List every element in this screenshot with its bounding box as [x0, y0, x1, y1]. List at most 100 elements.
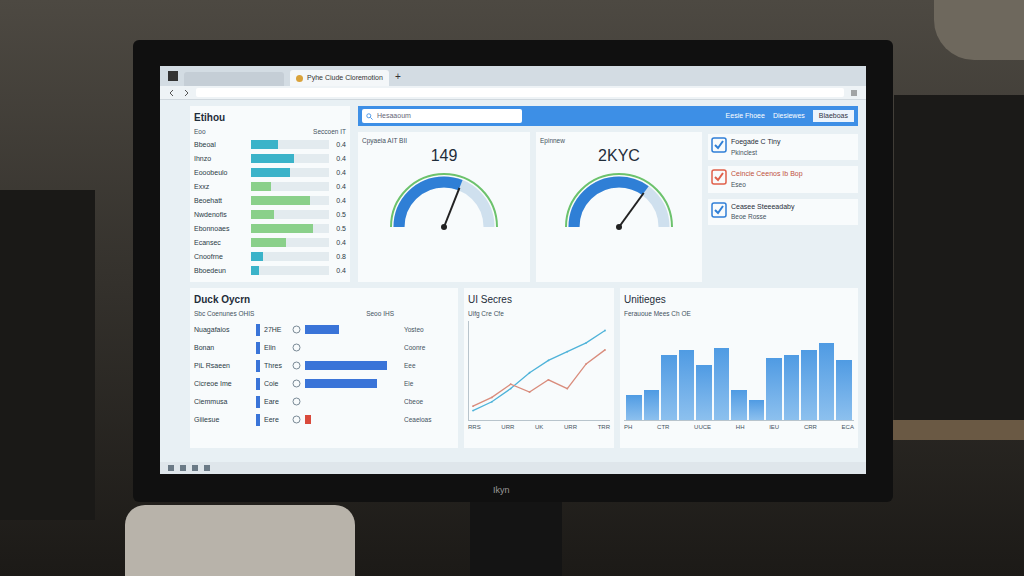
duck-title: Duck Oycrn — [194, 292, 454, 307]
column-header: Seccoen IT — [313, 127, 346, 137]
row-note: Ceaeioas — [404, 415, 431, 425]
url-field[interactable] — [196, 88, 844, 97]
sidebar-item[interactable]: Cnoofrne0.8 — [194, 251, 346, 263]
row-value: Elin — [264, 343, 288, 354]
row-fill — [305, 415, 311, 424]
taskbar — [160, 462, 866, 474]
sidebar-item[interactable]: Eooobeulo0.4 — [194, 167, 346, 179]
desk — [884, 420, 1024, 440]
monitor: Ikyn Pyhe Ciude Cloremotion + — [133, 40, 893, 502]
alert-subtitle: Eseo — [731, 180, 803, 190]
duck-row[interactable]: Nuagafaios27HEYosteo — [194, 323, 454, 337]
axis-tick: PH — [624, 423, 632, 432]
sidebar-item[interactable]: Ecansec0.4 — [194, 237, 346, 249]
row-stripe — [256, 396, 260, 408]
axis-tick: URR — [501, 423, 514, 432]
item-value: 0.4 — [332, 154, 346, 165]
app-icon[interactable] — [204, 465, 210, 471]
chart-bar — [749, 400, 765, 420]
shelf — [894, 95, 1024, 425]
inactive-tab[interactable] — [184, 72, 284, 86]
duck-subtitle: Sbc Coenunes OHIS — [194, 309, 254, 319]
gauge-dial — [384, 165, 504, 235]
browser-tab[interactable]: Pyhe Ciude Cloremotion — [290, 70, 389, 86]
item-fill — [251, 140, 278, 149]
item-bar — [251, 182, 329, 191]
chart-bar — [836, 360, 852, 419]
duck-row[interactable]: BonanElinCoonre — [194, 341, 454, 355]
line-chart-plot — [468, 321, 610, 421]
series-point — [529, 391, 531, 393]
menu-icon[interactable] — [850, 89, 858, 97]
item-bar — [251, 210, 329, 219]
monitor-stand — [470, 500, 562, 576]
chart-bar — [679, 350, 695, 419]
back-icon[interactable] — [168, 89, 176, 97]
duck-row[interactable]: GiiiesueEereCeaeioas — [194, 413, 454, 427]
axis-tick: ECA — [842, 423, 854, 432]
series-point — [548, 359, 550, 361]
item-bar — [251, 266, 329, 275]
item-bar — [251, 238, 329, 247]
sidebar-item[interactable]: Nwdenofis0.5 — [194, 209, 346, 221]
sidebar-item[interactable]: Ihnzo 0.4 — [194, 153, 346, 165]
search-field[interactable] — [362, 109, 522, 123]
header-links: Eesie Fhoee Diesiewes — [726, 111, 805, 122]
header-link[interactable]: Diesiewes — [773, 111, 805, 122]
search-icon — [366, 113, 373, 120]
item-label: Ihnzo — [194, 154, 248, 165]
row-bar-cell: Eee — [305, 361, 454, 371]
sidebar-item[interactable]: Ebonnoaes0.5 — [194, 223, 346, 235]
axis-tick: TRR — [598, 423, 610, 432]
axis-tick: UUCE — [694, 423, 711, 432]
series-point — [585, 342, 587, 344]
row-stripe — [256, 378, 260, 390]
duck-row[interactable]: Cicreoe ImeCoieEie — [194, 377, 454, 391]
duck-row[interactable]: CiemmusaEareCbeoe — [194, 395, 454, 409]
item-value: 0.5 — [332, 224, 346, 235]
sidebar-item[interactable]: Bboedeun0.4 — [194, 265, 346, 277]
header-link[interactable]: Eesie Fhoee — [726, 111, 765, 122]
chart-bar — [731, 390, 747, 420]
item-label: Bboedeun — [194, 266, 248, 277]
new-tab-button[interactable]: + — [395, 69, 401, 84]
sidebar-item[interactable]: Beoehatt0.4 — [194, 195, 346, 207]
duck-row[interactable]: PiL RsaeenThresEee — [194, 359, 454, 373]
alert-item[interactable]: Ceincie Ceenos Ib BopEseo — [708, 166, 858, 192]
chart-bar — [784, 355, 800, 419]
item-fill — [251, 266, 259, 275]
duck-list: Nuagafaios27HEYosteo BonanElinCoonre PiL R… — [194, 321, 454, 427]
top-row: Etihou EooSeccoen IT Bbeoal0.4Ihnzo0.4Eo… — [190, 106, 858, 282]
line-chart-title: UI Secres — [468, 292, 610, 307]
ceiling-light — [934, 0, 1024, 60]
item-fill — [251, 238, 286, 247]
series-point — [491, 396, 493, 398]
app-icon[interactable] — [168, 465, 174, 471]
series-line — [473, 350, 605, 406]
sidebar-item[interactable]: Exxz0.4 — [194, 181, 346, 193]
row-value: Eere — [264, 415, 288, 426]
item-fill — [251, 252, 263, 261]
search-input[interactable] — [377, 111, 518, 122]
series-point — [472, 409, 474, 411]
header-field[interactable]: Blaeboas — [813, 110, 854, 122]
series-point — [566, 350, 568, 352]
check-icon — [711, 202, 727, 218]
status-icon — [292, 361, 301, 370]
duck-subheader: Sbc Coenunes OHIS Seoo IHS — [194, 309, 454, 319]
row-fill — [305, 379, 377, 388]
series-point — [585, 363, 587, 365]
item-label: Eooobeulo — [194, 168, 248, 179]
tab-title: Pyhe Ciude Cloremotion — [307, 73, 383, 84]
row-note: Yosteo — [404, 325, 424, 335]
status-icon — [292, 415, 301, 424]
forward-icon[interactable] — [182, 89, 190, 97]
sidebar-item[interactable]: Bbeoal0.4 — [194, 139, 346, 151]
bar-chart-axis: PHCTRUUCEHHIEUCRRECA — [624, 423, 854, 432]
alert-item[interactable]: Ceasee SteeeadabyBeoe Rosse — [708, 199, 858, 225]
app-icon[interactable] — [192, 465, 198, 471]
alert-item[interactable]: Foegade C TinyPkinclest — [708, 134, 858, 160]
app-icon[interactable] — [180, 465, 186, 471]
item-value: 0.4 — [332, 196, 346, 207]
chart-bar — [819, 343, 835, 420]
